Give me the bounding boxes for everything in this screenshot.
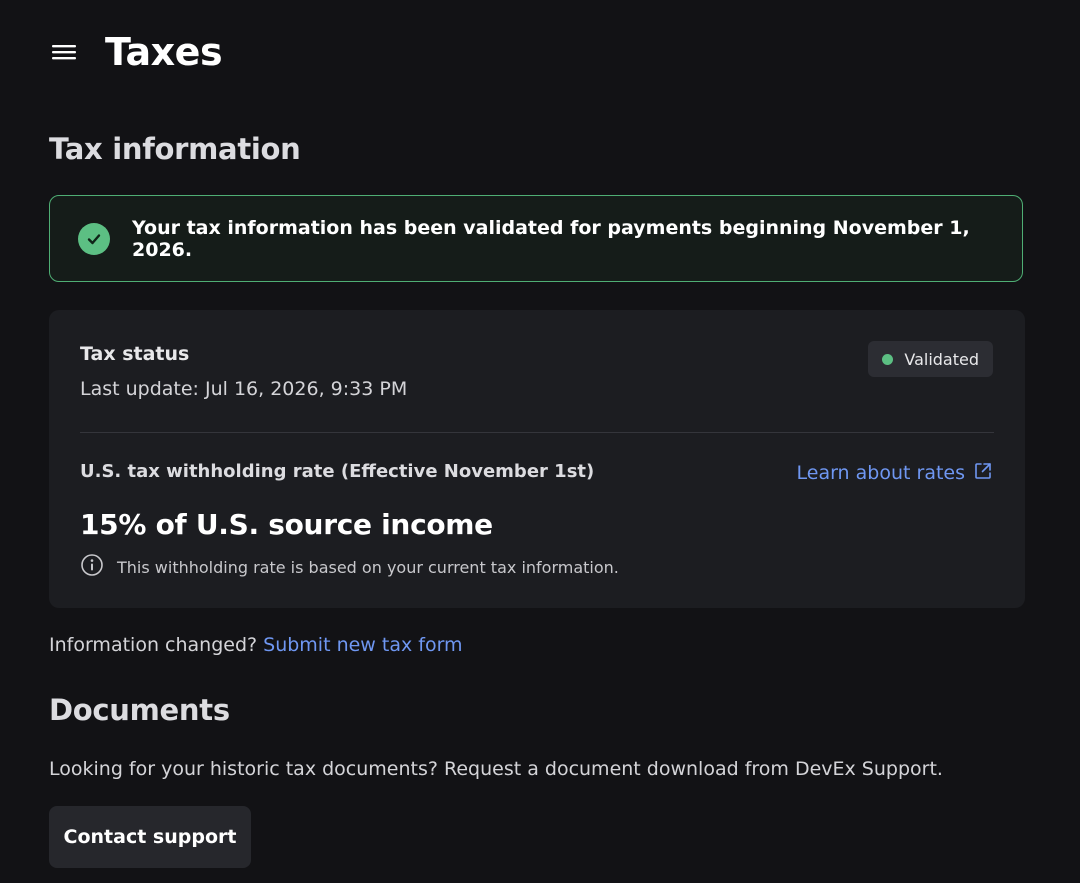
status-dot-icon <box>882 353 894 365</box>
banner-message: Your tax information has been validated … <box>132 216 970 261</box>
info-icon <box>80 553 104 581</box>
status-badge: Validated <box>868 341 993 377</box>
tax-status-label: Tax status <box>80 343 190 365</box>
check-circle-icon <box>78 222 110 255</box>
learn-about-rates-link[interactable]: Learn about rates <box>797 461 994 485</box>
tax-information-heading: Tax information <box>49 132 301 166</box>
withholding-rate-label: U.S. tax withholding rate (Effective Nov… <box>80 461 595 482</box>
status-badge-label: Validated <box>904 349 979 369</box>
submit-new-tax-form-link[interactable]: Submit new tax form <box>263 634 462 656</box>
page-title: Taxes <box>105 30 223 74</box>
withholding-rate-note: This withholding rate is based on your c… <box>80 553 619 581</box>
page-header: Taxes <box>50 28 223 76</box>
information-changed-prompt: Information changed? <box>49 634 264 656</box>
documents-description: Looking for your historic tax documents?… <box>49 758 943 780</box>
validation-banner: Your tax information has been validated … <box>49 195 1023 282</box>
learn-about-rates-label[interactable]: Learn about rates <box>797 462 966 484</box>
documents-heading: Documents <box>49 693 230 727</box>
withholding-rate-note-text: This withholding rate is based on your c… <box>117 557 619 577</box>
tax-status-card: Tax status Last update: Jul 16, 2026, 9:… <box>49 310 1025 608</box>
contact-support-button[interactable]: Contact support <box>49 806 251 868</box>
information-changed-row: Information changed? Submit new tax form <box>49 634 463 656</box>
taxes-page: Taxes Tax information Your tax informati… <box>0 0 1080 883</box>
external-link-icon[interactable] <box>973 461 993 485</box>
hamburger-menu-icon[interactable] <box>50 38 78 66</box>
withholding-rate-value: 15% of U.S. source income <box>80 508 493 541</box>
last-update-text: Last update: Jul 16, 2026, 9:33 PM <box>80 378 408 400</box>
card-divider <box>80 432 994 433</box>
